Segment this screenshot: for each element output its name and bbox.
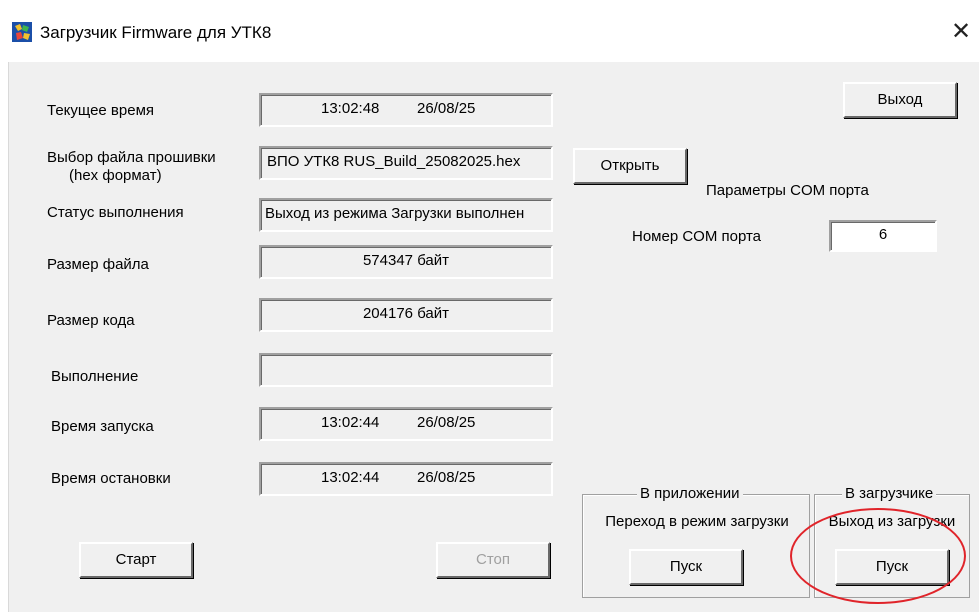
group-in-loader: В загрузчике Выход из загрузки Пуск bbox=[814, 485, 970, 598]
execution-progress-field bbox=[259, 353, 553, 387]
label-file-select-line2: (hex формат) bbox=[69, 167, 162, 184]
label-file-select: Выбор файла прошивки (hex формат) bbox=[47, 149, 243, 185]
enter-loader-caption: Переход в режим загрузки bbox=[605, 513, 789, 530]
current-time-clock: 13:02:48 bbox=[321, 100, 380, 117]
label-com-number: Номер COM порта bbox=[632, 228, 762, 245]
label-start-time: Время запуска bbox=[51, 418, 154, 435]
stop-time-clock: 13:02:44 bbox=[321, 469, 380, 486]
stop-button: Стоп bbox=[436, 542, 550, 578]
label-code-size: Размер кода bbox=[47, 312, 135, 329]
open-file-button[interactable]: Открыть bbox=[573, 148, 687, 184]
file-name-field: ВПО УТК8 RUS_Build_25082025.hex bbox=[259, 146, 553, 180]
current-time-date: 26/08/25 bbox=[417, 100, 476, 117]
current-time-field: 13:02:48 26/08/25 bbox=[259, 93, 553, 127]
label-status: Статус выполнения bbox=[47, 204, 184, 221]
code-size-field: 204176 байт bbox=[259, 298, 553, 332]
label-file-select-line1: Выбор файла прошивки bbox=[47, 149, 216, 166]
group-in-loader-legend: В загрузчике bbox=[842, 485, 937, 503]
exit-loader-caption: Выход из загрузки bbox=[828, 513, 956, 530]
enter-loader-run-button[interactable]: Пуск bbox=[629, 549, 743, 585]
start-time-field: 13:02:44 26/08/25 bbox=[259, 407, 553, 441]
status-field: Выход из режима Загрузки выполнен bbox=[259, 198, 553, 232]
start-time-date: 26/08/25 bbox=[417, 414, 476, 431]
group-in-application-legend: В приложении bbox=[637, 485, 743, 503]
status-value: Выход из режима Загрузки выполнен bbox=[265, 205, 525, 222]
file-name-value: ВПО УТК8 RUS_Build_25082025.hex bbox=[267, 153, 521, 170]
label-current-time: Текущее время bbox=[47, 102, 155, 119]
app-icon bbox=[12, 22, 32, 42]
file-size-value: 574347 байт bbox=[362, 252, 450, 269]
start-button[interactable]: Старт bbox=[79, 542, 193, 578]
close-icon[interactable]: ✕ bbox=[947, 18, 975, 46]
title-bar: Загрузчик Firmware для УТК8 ✕ bbox=[0, 0, 979, 62]
stop-time-date: 26/08/25 bbox=[417, 469, 476, 486]
exit-loader-run-button[interactable]: Пуск bbox=[835, 549, 949, 585]
window-title: Загрузчик Firmware для УТК8 bbox=[40, 23, 272, 42]
group-in-application: В приложении Переход в режим загрузки Пу… bbox=[582, 485, 810, 598]
label-stop-time: Время остановки bbox=[51, 470, 171, 487]
start-time-clock: 13:02:44 bbox=[321, 414, 380, 431]
file-size-field: 574347 байт bbox=[259, 245, 553, 279]
label-com-params: Параметры COM порта bbox=[706, 182, 869, 199]
code-size-value: 204176 байт bbox=[362, 305, 450, 322]
label-execution: Выполнение bbox=[51, 368, 139, 385]
label-file-size: Размер файла bbox=[47, 256, 149, 273]
main-panel: Текущее время Выбор файла прошивки (hex … bbox=[8, 62, 979, 612]
com-port-input[interactable]: 6 bbox=[829, 220, 937, 252]
exit-button[interactable]: Выход bbox=[843, 82, 957, 118]
stop-time-field: 13:02:44 26/08/25 bbox=[259, 462, 553, 496]
